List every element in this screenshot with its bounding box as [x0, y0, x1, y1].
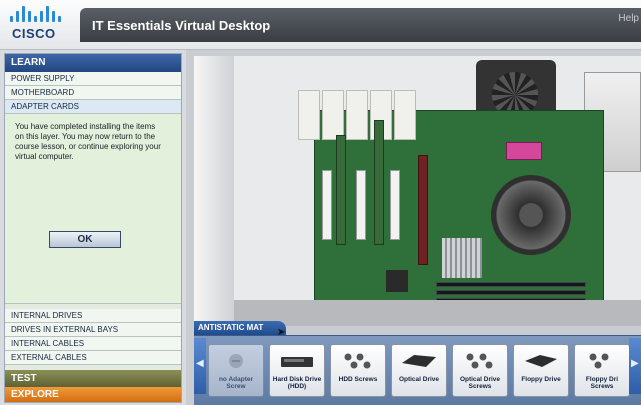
parallel-port: [506, 142, 542, 160]
message-panel: You have completed installing the items …: [5, 114, 181, 304]
ram-module[interactable]: [436, 290, 586, 295]
sidebar-item-drives-external-bays[interactable]: DRIVES IN EXTERNAL BAYS: [5, 323, 181, 337]
graphics-card[interactable]: [418, 155, 428, 265]
learn-header[interactable]: LEARN: [5, 54, 181, 72]
expansion-bracket: [346, 90, 368, 140]
antistatic-mat-tab[interactable]: ANTISTATIC MAT: [194, 321, 286, 335]
app-header: CISCO IT Essentials Virtual Desktop Help: [0, 0, 641, 50]
sidebar-item-adapter-cards[interactable]: ADAPTER CARDS: [5, 100, 181, 114]
pci-slot: [390, 170, 400, 240]
cisco-bars-icon: [10, 6, 66, 22]
sidebar-item-internal-drives[interactable]: INTERNAL DRIVES: [5, 309, 181, 323]
part-label: HDD Screws: [338, 376, 378, 383]
part-label: Floppy Dri Screws: [585, 376, 619, 390]
case-side-panel: [194, 56, 234, 326]
expansion-bracket: [322, 90, 344, 140]
part-adapter-screw[interactable]: no Adapter Screw: [208, 344, 264, 397]
part-optical-drive-screws[interactable]: Optical Drive Screws: [452, 344, 508, 397]
case-floor: [234, 300, 641, 326]
help-link[interactable]: Help: [618, 13, 639, 24]
title-bar: IT Essentials Virtual Desktop Help: [80, 8, 641, 42]
hard-drive-icon: [281, 357, 313, 367]
sidebar-item-motherboard[interactable]: MOTHERBOARD: [5, 86, 181, 100]
part-label: Optical Drive: [398, 376, 440, 383]
scroll-right-button[interactable]: ▶: [629, 338, 641, 394]
screw-icon: [229, 354, 243, 368]
adapter-card[interactable]: [374, 120, 384, 245]
explore-header[interactable]: EXPLORE: [5, 387, 181, 402]
logo-text: CISCO: [12, 26, 56, 41]
mouse-cursor-icon: ➤: [277, 327, 286, 338]
test-header[interactable]: TEST: [5, 370, 181, 387]
part-hard-disk-drive[interactable]: Hard Disk Drive (HDD): [269, 344, 325, 397]
ok-button[interactable]: OK: [49, 231, 121, 248]
page-title: IT Essentials Virtual Desktop: [92, 18, 271, 33]
chip: [386, 270, 408, 292]
antistatic-mat: ◀ no Adapter Screw Hard Disk Drive (HDD)…: [194, 335, 641, 405]
part-label: no Adapter Screw: [218, 376, 254, 390]
expansion-bracket: [298, 90, 320, 140]
chipset-heatsink: [442, 238, 482, 278]
screws-icon: [589, 353, 609, 369]
sidebar: LEARN POWER SUPPLY MOTHERBOARD ADAPTER C…: [4, 53, 182, 403]
part-label: Optical Drive Screws: [459, 376, 501, 390]
sidebar-item-power-supply[interactable]: POWER SUPPLY: [5, 72, 181, 86]
part-floppy-drive[interactable]: Floppy Drive: [513, 344, 569, 397]
part-label: Hard Disk Drive (HDD): [272, 376, 322, 390]
cisco-logo: CISCO: [6, 6, 76, 46]
adapter-card[interactable]: [336, 135, 346, 245]
sidebar-item-internal-cables[interactable]: INTERNAL CABLES: [5, 337, 181, 351]
sidebar-item-external-cables[interactable]: EXTERNAL CABLES: [5, 351, 181, 365]
part-hdd-screws[interactable]: HDD Screws: [330, 344, 386, 397]
optical-drive-icon: [402, 355, 436, 367]
virtual-desktop-view[interactable]: ANTISTATIC MAT ◀ no Adapter Screw Hard D…: [186, 50, 641, 405]
chevron-left-icon: ◀: [196, 358, 204, 369]
screws-icon: [466, 353, 493, 369]
expansion-bracket: [394, 90, 416, 140]
part-label: Floppy Drive: [521, 376, 561, 383]
part-optical-drive[interactable]: Optical Drive: [391, 344, 447, 397]
pci-slot: [356, 170, 366, 240]
pci-slot: [322, 170, 332, 240]
ram-module[interactable]: [436, 282, 586, 287]
scroll-left-button[interactable]: ◀: [194, 338, 206, 394]
part-floppy-drive-screws[interactable]: Floppy Dri Screws: [574, 344, 630, 397]
completion-message: You have completed installing the items …: [15, 122, 161, 161]
floppy-drive-icon: [525, 355, 557, 367]
cpu-fan[interactable]: [491, 175, 571, 255]
chevron-right-icon: ▶: [631, 358, 639, 369]
screws-icon: [344, 353, 371, 369]
sidebar-bottom-list: INTERNAL DRIVES DRIVES IN EXTERNAL BAYS …: [5, 309, 181, 365]
